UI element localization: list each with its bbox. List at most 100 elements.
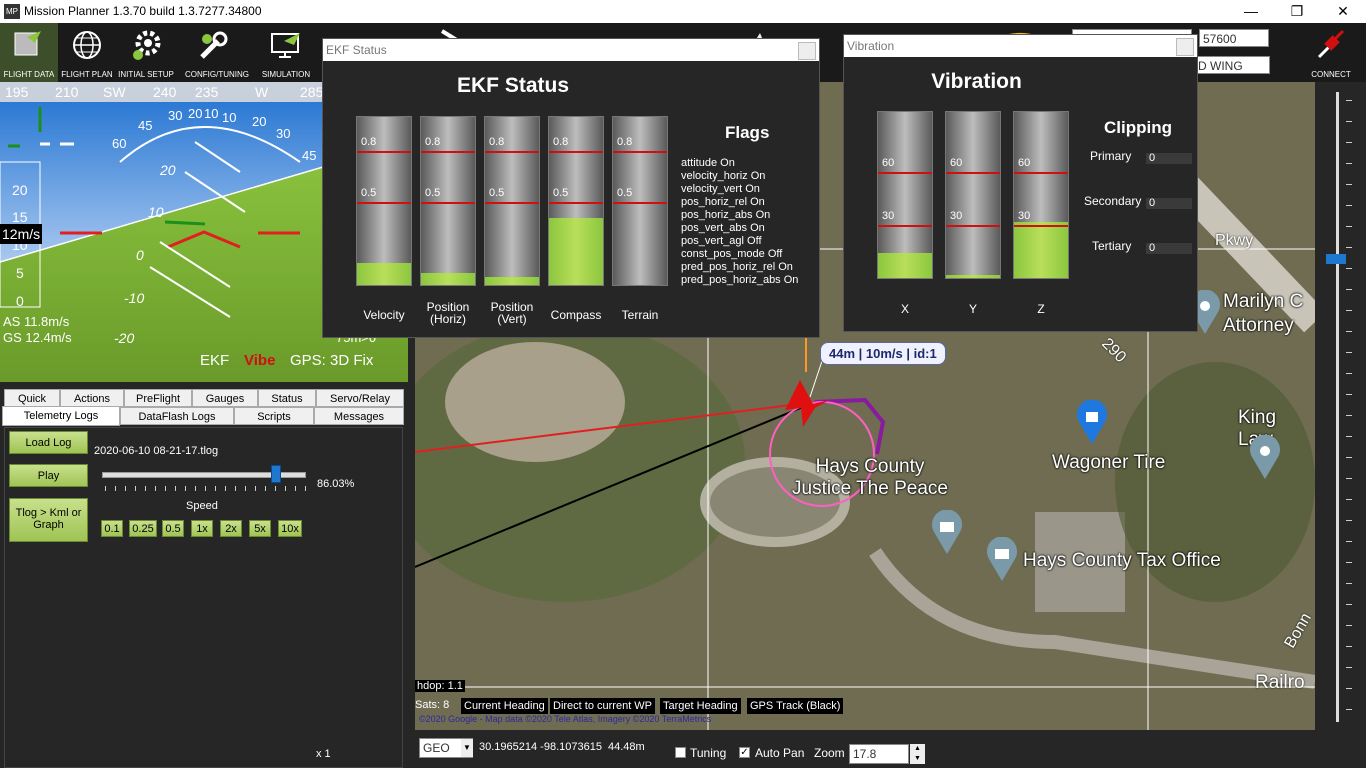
load-log-button[interactable]: Load Log [9,431,88,454]
vibration-window-title: Vibration [844,35,1197,57]
connect-button[interactable]: CONNECT [1302,23,1360,82]
flag-item: const_pos_mode Off [681,248,783,260]
ekf-indicator[interactable]: EKF [200,352,229,369]
vibe-threshold-line [1014,172,1068,175]
ekf-threshold-label: 0.5 [425,187,441,199]
zoom-tick [1346,709,1352,710]
close-button[interactable]: ✕ [1320,0,1366,23]
config-tuning-button[interactable]: CONFIG/TUNING [185,23,249,82]
zoom-input[interactable]: 17.8 [849,744,909,764]
sats-text: Sats: 8 [415,699,450,711]
speed-0-1-button[interactable]: 0.1 [101,520,123,537]
slider-tick [205,486,206,491]
vibration-heading: Vibration [931,70,1022,93]
ekf-threshold-label: 0.8 [617,136,633,148]
tab-scripts[interactable]: Scripts [234,407,314,425]
zoom-tick [1346,100,1352,101]
ekf-threshold-line [421,151,475,153]
vibration-close-button[interactable] [1176,38,1194,56]
vibe-threshold-line [878,224,932,227]
pitch-label: 0 [136,247,144,263]
government-pin-icon[interactable] [985,537,1019,581]
vibe-threshold-line [946,172,1000,175]
ekf-close-button[interactable] [798,42,816,60]
speed-2x-button[interactable]: 2x [220,520,242,537]
place-pin-icon[interactable] [1248,435,1282,479]
slider-tick [195,486,196,491]
tab-preflight[interactable]: PreFlight [124,389,192,407]
slider-ticks [105,486,306,491]
zoom-tick [1346,520,1352,521]
vibe-threshold-label: 30 [950,209,963,222]
vehicle-select[interactable]: D WING [1194,56,1270,74]
flag-item: pos_vert_agl Off [681,235,762,247]
flag-item: pred_pos_horiz_abs On [681,274,799,286]
roll-label: 10 [204,106,219,121]
tab-actions[interactable]: Actions [60,389,124,407]
flight-plan-button[interactable]: FLIGHT PLAN [58,23,116,82]
initial-setup-label: INITIAL SETUP [118,70,174,79]
tuning-checkbox[interactable] [675,747,686,758]
wrench-icon [200,31,228,59]
initial-setup-button[interactable]: INITIAL SETUP [117,23,175,82]
baud-select[interactable]: 57600 [1199,29,1269,47]
zoom-slider-track[interactable] [1336,92,1339,722]
flag-item: pos_horiz_abs On [681,209,771,221]
chevron-down-icon[interactable]: ▼ [461,739,473,757]
autopan-checkbox[interactable]: ✓ [739,747,750,758]
vibe-threshold-label: 60 [882,157,895,170]
speed-5x-button[interactable]: 5x [249,520,271,537]
tlog-kml-button[interactable]: Tlog > Kml or Graph [9,498,88,542]
ekf-threshold-label: 0.5 [489,187,505,199]
tuning-label: Tuning [690,746,727,760]
speed-tick: 15 [12,209,28,225]
vibe-threshold-label: 60 [950,157,963,170]
heading-tick: 195 [5,84,29,100]
tab-status[interactable]: Status [258,389,316,407]
speed-1x-button[interactable]: 1x [191,520,213,537]
vibe-bar-fill [946,274,1000,278]
minimize-button[interactable]: — [1228,0,1274,23]
tab-quick[interactable]: Quick [4,389,60,407]
tab-telemetry-logs[interactable]: Telemetry Logs [2,406,120,426]
slider-tick [305,486,306,491]
speed-10x-button[interactable]: 10x [278,520,302,537]
tab-dataflash-logs[interactable]: DataFlash Logs [120,407,234,425]
simulation-button[interactable]: SIMULATION [257,23,315,82]
ekf-bar-fill [485,276,539,285]
tab-servo-relay[interactable]: Servo/Relay [316,389,404,407]
flight-data-button[interactable]: FLIGHT DATA [0,23,58,82]
aircraft-label: 44m | 10m/s | id:1 [820,342,946,365]
maximize-button[interactable]: ❐ [1274,0,1320,23]
zoom-tick [1346,226,1352,227]
playback-slider-thumb[interactable] [270,465,281,483]
zoom-slider-thumb[interactable] [1326,254,1346,264]
government-pin-icon[interactable] [930,510,964,554]
ekf-heading: EKF Status [456,74,569,97]
ekf-threshold-label: 0.8 [553,136,569,148]
vibe-indicator[interactable]: Vibe [244,352,275,369]
place-label: Marilyn C Attorney [1223,291,1304,336]
speed-tick: 0 [16,293,24,309]
tab-messages[interactable]: Messages [314,407,404,425]
zoom-stepper[interactable]: ▲ ▼ [910,744,925,764]
flight-plan-label: FLIGHT PLAN [61,70,113,79]
slider-tick [125,486,126,491]
clipping-heading: Clipping [1104,118,1172,137]
zoom-slider[interactable] [1316,82,1366,733]
zoom-tick [1346,646,1352,647]
shopping-pin-icon[interactable] [1075,400,1109,444]
zoom-tick [1346,457,1352,458]
flag-item: pos_horiz_rel On [681,196,765,208]
flag-item: velocity_vert On [681,183,760,195]
play-button[interactable]: Play [9,464,88,487]
map-status-bar: GEO ▼ 30.1965214 -98.1073615 44.48m Tuni… [415,733,1366,768]
pitch-label: 20 [160,162,176,178]
ekf-threshold-label: 0.5 [553,187,569,199]
tab-gauges[interactable]: Gauges [192,389,258,407]
heading-current: 235 [195,84,219,100]
speed-0-5-button[interactable]: 0.5 [162,520,184,537]
pitch-label: -10 [124,290,145,306]
speed-0-25-button[interactable]: 0.25 [129,520,157,537]
roll-label: 20 [252,114,267,129]
